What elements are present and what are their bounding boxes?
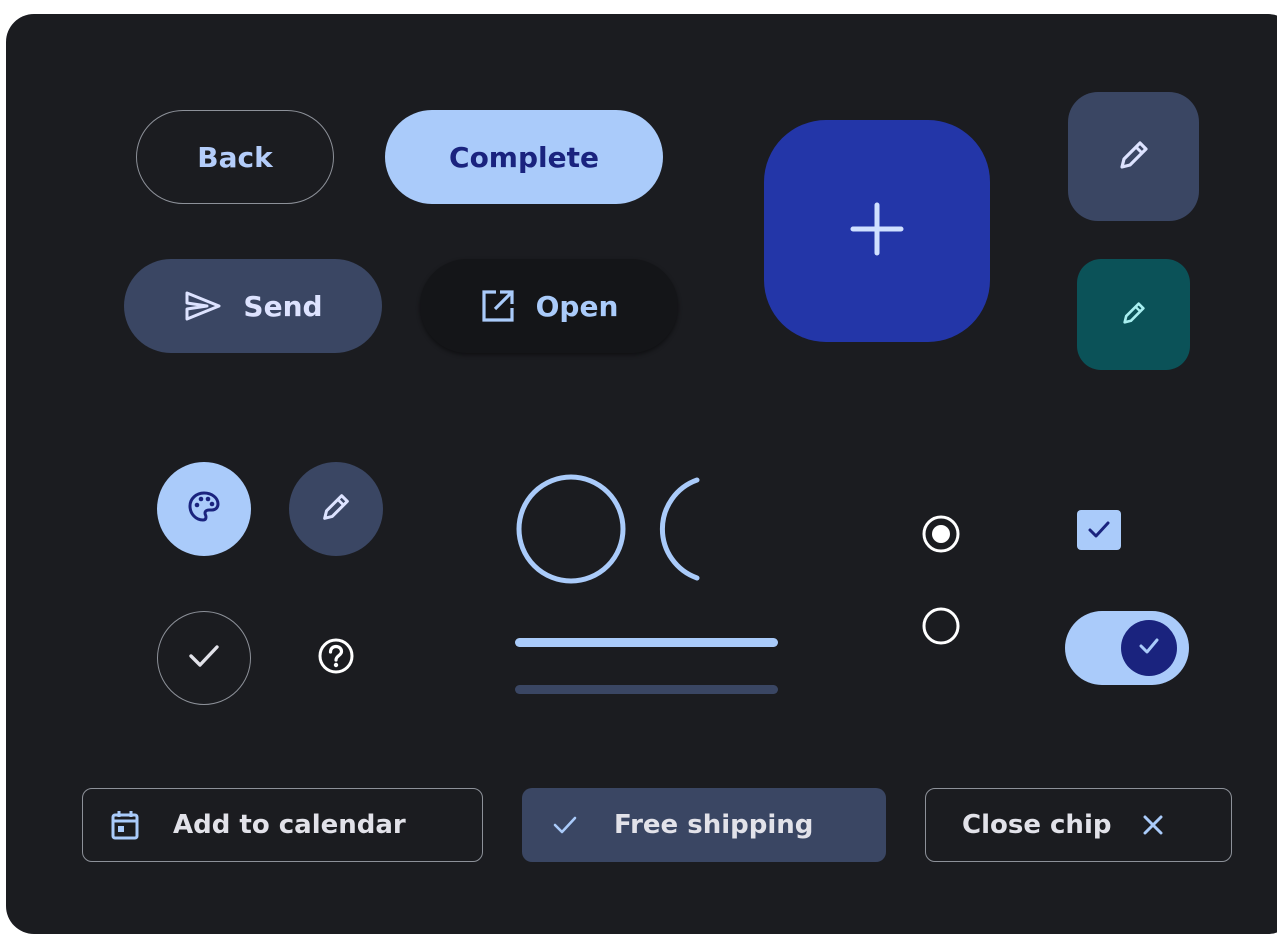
back-button[interactable]: Back (136, 110, 334, 204)
send-button-label: Send (243, 289, 323, 323)
open-button[interactable]: Open (420, 259, 678, 353)
large-fab[interactable] (764, 120, 990, 342)
pencil-icon (1120, 299, 1148, 331)
edit-fab[interactable] (1068, 92, 1199, 221)
radio-selected[interactable] (921, 514, 961, 554)
add-to-calendar-chip[interactable]: Add to calendar (82, 788, 483, 862)
edit-icon-button[interactable] (289, 462, 383, 556)
check-icon (552, 815, 578, 835)
help-icon-button[interactable] (289, 611, 383, 705)
pencil-icon (319, 490, 353, 528)
components-panel: Back Complete Send Open Add to calendar … (6, 14, 1277, 934)
close-chip-label: Close chip (962, 810, 1112, 840)
circular-progress-determinate (514, 472, 628, 586)
linear-progress-track (515, 685, 778, 694)
check-icon-button[interactable] (157, 611, 251, 705)
complete-button-label: Complete (449, 140, 599, 174)
send-button[interactable]: Send (124, 259, 382, 353)
help-icon (316, 636, 356, 680)
free-shipping-chip[interactable]: Free shipping (522, 788, 886, 862)
check-icon (1138, 637, 1160, 659)
close-icon[interactable] (1141, 813, 1165, 837)
checkbox-checked[interactable] (1077, 510, 1121, 550)
open-button-label: Open (535, 289, 619, 323)
edit-tertiary-fab[interactable] (1077, 259, 1190, 370)
close-chip[interactable]: Close chip (925, 788, 1232, 862)
back-button-label: Back (197, 140, 273, 174)
free-shipping-label: Free shipping (614, 810, 814, 840)
linear-progress-indicator (515, 638, 778, 647)
pencil-icon (1116, 137, 1152, 177)
plus-icon (849, 201, 905, 261)
palette-icon (187, 490, 221, 528)
switch-thumb (1121, 620, 1177, 676)
calendar-icon (109, 809, 141, 841)
switch-toggle[interactable] (1065, 611, 1189, 685)
open-in-new-icon (480, 288, 516, 324)
complete-button[interactable]: Complete (385, 110, 663, 204)
send-icon (183, 290, 223, 322)
circular-progress-indeterminate (656, 472, 770, 586)
check-icon (187, 643, 221, 673)
add-to-calendar-label: Add to calendar (173, 810, 406, 840)
palette-icon-button[interactable] (157, 462, 251, 556)
radio-unselected[interactable] (921, 606, 961, 646)
